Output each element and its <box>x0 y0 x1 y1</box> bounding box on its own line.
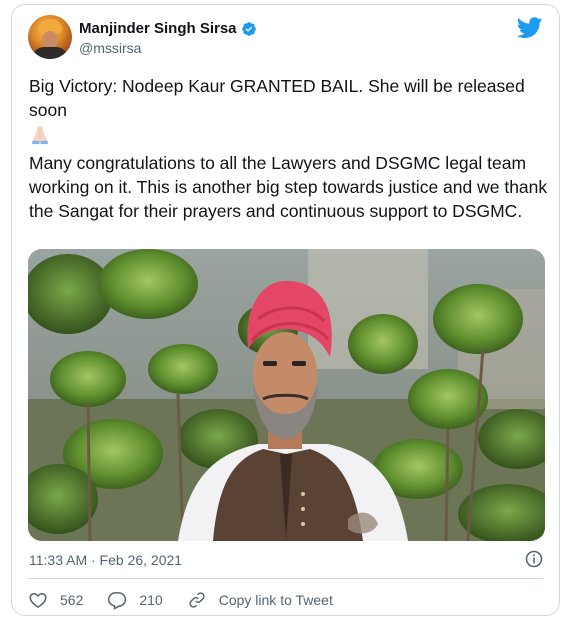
heart-icon <box>29 592 47 608</box>
like-count: 562 <box>60 592 84 608</box>
tweet-timestamp[interactable]: 11:33 AM · Feb 26, 2021 <box>29 552 182 568</box>
twitter-bird-icon[interactable] <box>517 17 543 39</box>
reply-button[interactable]: 210 <box>107 590 163 610</box>
copy-link-button[interactable]: Copy link to Tweet <box>187 590 333 610</box>
author-handle[interactable]: @mssirsa <box>79 40 141 56</box>
tweet-text: Big Victory: Nodeep Kaur GRANTED BAIL. S… <box>29 74 549 223</box>
verified-badge-icon <box>241 21 256 36</box>
tweet-text-line2: Many congratulations to all the Lawyers … <box>29 153 548 221</box>
copy-link-label: Copy link to Tweet <box>218 592 333 608</box>
tweet-card: Manjinder Singh Sirsa @mssirsa Big Victo… <box>11 4 560 616</box>
reply-count: 210 <box>139 592 163 608</box>
tweet-actions: 562 210 Copy link to Tweet <box>28 590 357 610</box>
reply-icon <box>108 592 127 610</box>
tweet-text-line1: Big Victory: Nodeep Kaur GRANTED BAIL. S… <box>29 76 525 120</box>
link-icon <box>189 592 205 608</box>
author-avatar[interactable] <box>28 15 72 59</box>
like-button[interactable]: 562 <box>28 590 83 610</box>
divider <box>28 578 543 579</box>
author-name-row[interactable]: Manjinder Singh Sirsa <box>79 20 257 37</box>
tweet-video[interactable] <box>28 249 545 541</box>
folded-hands-emoji-icon <box>32 125 48 145</box>
video-frame-image <box>28 249 545 541</box>
info-icon[interactable] <box>525 550 543 568</box>
author-display-name[interactable]: Manjinder Singh Sirsa <box>79 20 237 37</box>
